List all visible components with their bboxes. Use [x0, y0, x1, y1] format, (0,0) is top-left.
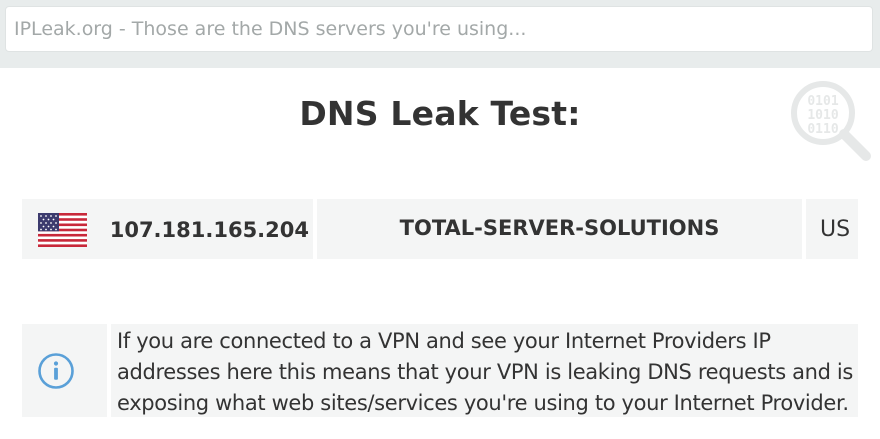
- svg-text:1010: 1010: [807, 108, 838, 123]
- dns-server-country-code: US: [820, 217, 851, 242]
- notice-icon-cell: [22, 324, 107, 417]
- dns-server-ip: 107.181.165.204: [109, 218, 309, 242]
- us-flag-icon: [38, 213, 87, 247]
- info-icon: [38, 353, 74, 389]
- vpn-leak-notice: If you are connected to a VPN and see yo…: [22, 324, 858, 417]
- ip-cell: 107.181.165.204: [22, 199, 313, 259]
- isp-cell: TOTAL-SERVER-SOLUTIONS: [317, 199, 802, 259]
- binary-search-icon: 0101 1010 0110: [791, 81, 871, 161]
- svg-text:0110: 0110: [807, 122, 838, 137]
- search-input[interactable]: [5, 6, 873, 52]
- dns-server-isp: TOTAL-SERVER-SOLUTIONS: [399, 216, 720, 240]
- top-bar: [0, 0, 880, 68]
- dns-server-row: 107.181.165.204 TOTAL-SERVER-SOLUTIONS U…: [22, 199, 858, 259]
- notice-text-cell: If you are connected to a VPN and see yo…: [111, 324, 858, 417]
- svg-text:0101: 0101: [807, 94, 838, 109]
- country-cell: US: [806, 199, 858, 259]
- page-title: DNS Leak Test:: [299, 94, 581, 133]
- notice-text: If you are connected to a VPN and see yo…: [117, 329, 854, 415]
